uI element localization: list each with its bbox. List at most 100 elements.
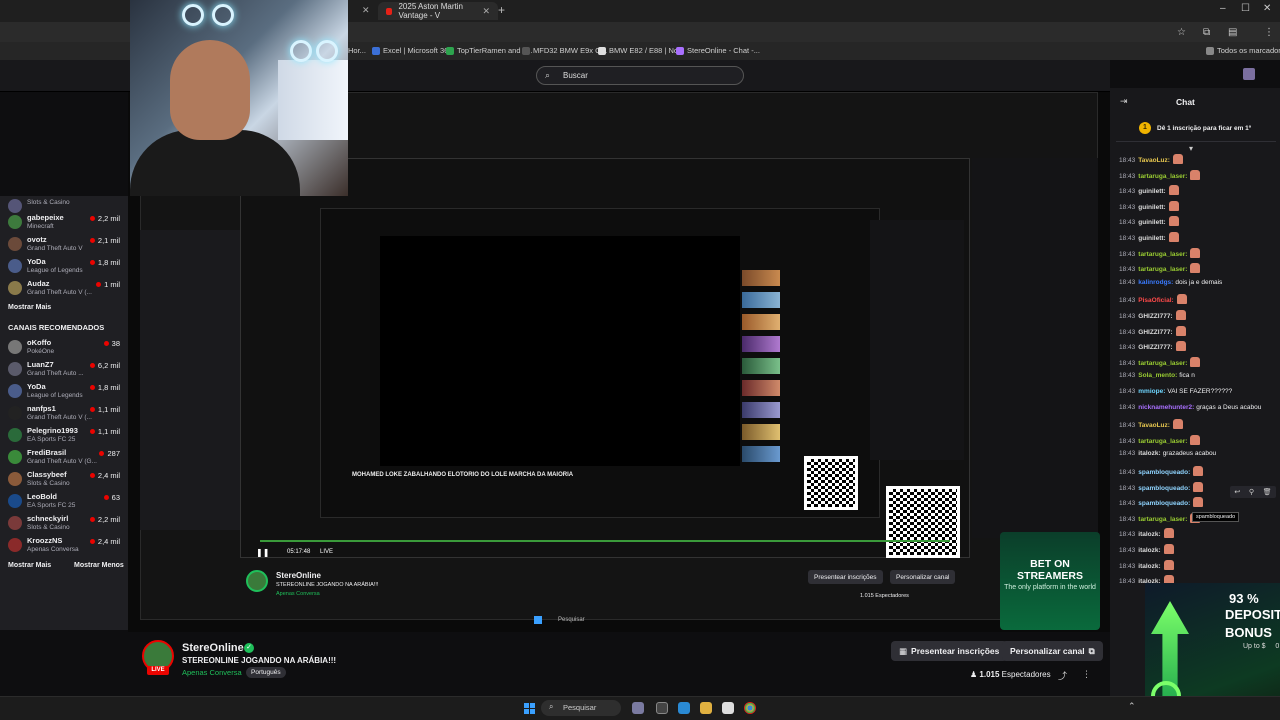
chat-message[interactable]: 18:43 mmiope: VAI SE FAZER?????? — [1119, 388, 1232, 395]
task-view-icon[interactable] — [656, 702, 668, 714]
chat-username[interactable]: tartaruga_laser: — [1138, 360, 1187, 367]
new-tab-button[interactable]: + — [498, 3, 505, 17]
sidebar-channel[interactable]: Pelegrino1993 EA Sports FC 25 1,1 mil — [8, 425, 126, 449]
chat-username[interactable]: GHIZZI777: — [1138, 313, 1172, 320]
close-icon[interactable]: ✕ — [362, 5, 370, 16]
chat-message[interactable]: 18:43 kalinrodgs: dois ja e demais — [1119, 279, 1222, 286]
customize-channel-button[interactable]: Personalizar canal ⧉ — [1002, 641, 1103, 661]
chat-message[interactable]: 18:43 tartaruga_laser: — [1119, 434, 1201, 445]
chat-username[interactable]: kalinrodgs: — [1138, 279, 1173, 286]
chat-username[interactable]: tartaruga_laser: — [1138, 251, 1187, 258]
widgets-icon[interactable] — [632, 702, 644, 714]
bookmark-item[interactable]: Hor... — [348, 46, 366, 55]
browser-tab-active[interactable]: 2025 Aston Martin Vantage - V ✕ — [378, 2, 498, 20]
chat-message[interactable]: 18:43 TavaoLuz: — [1119, 154, 1183, 164]
bookmark-item[interactable]: MFD32 BMW E9x G... — [522, 46, 607, 55]
sidebar-channel[interactable]: ovotz Grand Theft Auto V 2,1 mil — [8, 234, 126, 258]
share-icon[interactable]: ⤴ — [1058, 669, 1067, 682]
show-more-link[interactable]: Mostrar Mais — [8, 304, 51, 311]
close-window-icon[interactable]: ✕ — [1263, 3, 1271, 14]
show-more-link[interactable]: Mostrar Mais — [8, 562, 51, 569]
chat-message[interactable]: 18:43 italozk: grazadeus acabou — [1119, 450, 1216, 457]
chat-username[interactable]: italozk: — [1138, 563, 1160, 570]
message-actions[interactable]: ↩ ⚲ 🗑 — [1230, 486, 1276, 498]
chat-username[interactable]: guinilett: — [1138, 204, 1165, 211]
chat-message[interactable]: 18:43 tartaruga_laser: — [1119, 512, 1201, 523]
chrome-icon[interactable] — [744, 702, 756, 714]
chat-message[interactable]: 18:43 guinilett: — [1119, 185, 1179, 196]
chat-username[interactable]: guinilett: — [1138, 188, 1165, 195]
sidebar-channel[interactable]: nanfps1 Grand Theft Auto V (... 1,1 mil — [8, 403, 126, 427]
bookmark-item[interactable]: StereOnline - Chat -... — [676, 46, 760, 55]
chat-username[interactable]: GHIZZI777: — [1138, 344, 1172, 351]
chat-username[interactable]: TavaoLuz: — [1138, 422, 1170, 429]
tray-chevron-icon[interactable]: ⌃ — [1128, 701, 1136, 712]
chat-message[interactable]: 18:43 spambloqueado: — [1119, 481, 1204, 492]
collapse-chat-icon[interactable]: ⇥ — [1120, 96, 1128, 107]
chat-message[interactable]: 18:43 tartaruga_laser: — [1119, 263, 1201, 274]
sidebar-channel[interactable]: Classybeef Slots & Casino 2,4 mil — [8, 469, 126, 493]
chat-message[interactable]: 18:43 italozk: — [1119, 559, 1174, 570]
menu-icon[interactable]: ⋮ — [1264, 27, 1274, 38]
chat-username[interactable]: guinilett: — [1138, 219, 1165, 226]
sidebar-channel[interactable]: KroozzNS Apenas Conversa 2,4 mil — [8, 535, 126, 559]
bookmark-all[interactable]: Todos os marcadores — [1206, 46, 1280, 55]
chat-username[interactable]: spambloqueado: — [1138, 500, 1190, 507]
chat-username[interactable]: tartaruga_laser: — [1138, 173, 1187, 180]
file-explorer-icon[interactable] — [700, 702, 712, 714]
chat-username[interactable]: tartaruga_laser: — [1138, 438, 1187, 445]
sidebar-channel[interactable]: LeoBold EA Sports FC 25 63 — [8, 491, 126, 515]
pause-icon[interactable]: ❚❚ — [256, 548, 269, 557]
profile-icon[interactable]: ▤ — [1228, 27, 1237, 38]
sidebar-channel[interactable]: YoDa League of Legends 1,8 mil — [8, 381, 126, 405]
more-options-icon[interactable]: ⋮ — [1082, 669, 1091, 680]
chat-message[interactable]: 18:43 GHIZZI777: — [1119, 310, 1186, 320]
windows-start-icon[interactable] — [524, 703, 535, 714]
minimize-icon[interactable]: – — [1220, 3, 1226, 14]
chat-message[interactable]: 18:43 guinilett: — [1119, 232, 1179, 242]
delete-icon[interactable]: 🗑 — [1263, 488, 1272, 496]
search-input[interactable]: ⌕ Buscar — [536, 66, 744, 85]
channel-name[interactable]: StereOnline — [182, 642, 244, 654]
sidebar-channel[interactable]: oKoffo PokéOne 38 — [8, 337, 126, 361]
chat-message[interactable]: 18:43 TavaoLuz: — [1119, 419, 1183, 430]
bookmark-item[interactable]: TopTierRamen and s... — [446, 46, 533, 55]
chat-username[interactable]: tartaruga_laser: — [1138, 516, 1187, 523]
chat-message[interactable]: 18:43 GHIZZI777: — [1119, 325, 1186, 336]
maximize-icon[interactable]: ☐ — [1241, 3, 1250, 14]
bet-on-streamers-ad[interactable]: BET ON STREAMERS The only platform in th… — [1000, 532, 1100, 630]
sidebar-channel[interactable]: gabepeixe Minecraft 2,2 mil — [8, 212, 126, 236]
chat-message[interactable]: 18:43 italozk: — [1119, 528, 1174, 539]
chat-message[interactable]: 18:43 tartaruga_laser: — [1119, 247, 1201, 258]
chat-username[interactable]: mmiope: — [1138, 388, 1165, 395]
sidebar-channel[interactable]: Audaz Grand Theft Auto V (... 1 mil — [8, 278, 126, 302]
chat-message[interactable]: 18:43 guinilett: — [1119, 200, 1179, 211]
chat-username[interactable]: italozk: — [1138, 531, 1160, 538]
chat-message[interactable]: 18:43 nicknamehunter2: graças a Deus acabo… — [1119, 404, 1261, 411]
chat-message[interactable]: 18:43 PisaOficial: — [1119, 294, 1187, 305]
chat-username[interactable]: italozk: — [1138, 450, 1160, 457]
sidebar-channel[interactable]: LuanZ7 Grand Theft Auto ... 6,2 mil — [8, 359, 126, 383]
pinned-message[interactable]: 1 Dê 1 inscrição para ficar em 1º — [1116, 118, 1276, 142]
chat-message[interactable]: 18:43 GHIZZI777: — [1119, 341, 1186, 352]
bookmark-item[interactable]: BMW E82 / E88 | No... — [598, 46, 684, 55]
show-less-link[interactable]: Mostrar Menos — [74, 562, 124, 569]
reply-icon[interactable]: ↩ — [1234, 488, 1240, 496]
pin-icon[interactable]: ⚲ — [1249, 488, 1254, 496]
chat-username[interactable]: nicknamehunter2: — [1138, 404, 1194, 411]
chat-message[interactable]: 18:43 spambloqueado: — [1119, 466, 1204, 476]
user-avatar-icon[interactable] — [1243, 68, 1255, 80]
chat-message[interactable]: 18:43 spambloqueado: — [1119, 497, 1204, 508]
chat-username[interactable]: italozk: — [1138, 547, 1160, 554]
sidebar-channel[interactable]: YoDa League of Legends 1,8 mil — [8, 256, 126, 280]
chat-username[interactable]: GHIZZI777: — [1138, 329, 1172, 336]
chat-username[interactable]: tartaruga_laser: — [1138, 266, 1187, 273]
chat-username[interactable]: spambloqueado: — [1138, 485, 1190, 492]
chat-username[interactable]: guinilett: — [1138, 235, 1165, 242]
taskbar-search[interactable]: ⌕ Pesquisar — [541, 700, 621, 716]
chat-message[interactable]: 18:43 Sola_mento: fica n — [1119, 372, 1195, 379]
close-icon[interactable]: ✕ — [482, 6, 490, 17]
chat-message[interactable]: 18:43 tartaruga_laser: — [1119, 169, 1201, 180]
chevron-down-icon[interactable]: ▾ — [1189, 144, 1193, 153]
chat-message[interactable]: 18:43 guinilett: — [1119, 216, 1179, 227]
